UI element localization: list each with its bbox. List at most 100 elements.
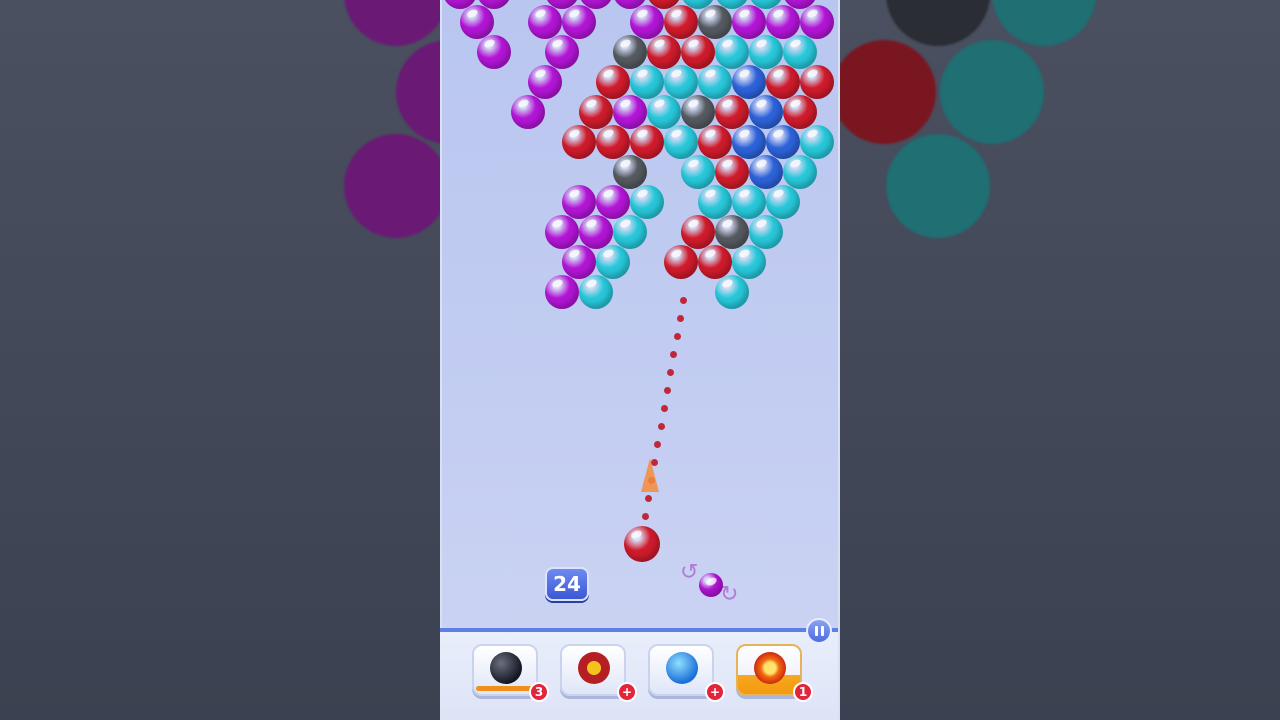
- bubble: [562, 125, 596, 159]
- blurred-bubble: [396, 40, 440, 144]
- bubble: [766, 5, 800, 39]
- booster-bomb-count: 3: [529, 682, 549, 702]
- bubble: [698, 185, 732, 219]
- bubble: [698, 5, 732, 39]
- bubble: [630, 185, 664, 219]
- bubble: [528, 5, 562, 39]
- bubble: [698, 125, 732, 159]
- bubble: [596, 65, 630, 99]
- bomb-icon: [490, 652, 522, 684]
- aim-dot: [657, 423, 665, 430]
- bubble: [783, 95, 817, 129]
- bubble: [681, 215, 715, 249]
- bubble: [800, 5, 834, 39]
- bubble: [783, 155, 817, 189]
- blurred-bubble: [886, 134, 990, 238]
- moves-counter: 24: [545, 567, 589, 601]
- bubble: [545, 275, 579, 309]
- bubble: [613, 95, 647, 129]
- bubble: [579, 215, 613, 249]
- bubble: [664, 65, 698, 99]
- bubble: [749, 155, 783, 189]
- bubble: [511, 95, 545, 129]
- bubble: [749, 215, 783, 249]
- bubble: [715, 155, 749, 189]
- game-board[interactable]: ↺ ↻ 24 3 + + 1: [440, 0, 840, 720]
- aim-dot: [654, 441, 662, 448]
- booster-bomb[interactable]: [472, 644, 538, 696]
- lightning-icon: [666, 652, 698, 684]
- aim-dot: [673, 333, 681, 340]
- bubble: [732, 65, 766, 99]
- swap-icon[interactable]: ↺: [680, 562, 698, 584]
- bubble: [596, 125, 630, 159]
- blurred-bubble: [886, 0, 990, 46]
- aim-dot: [660, 405, 668, 412]
- bubble: [681, 35, 715, 69]
- booster-lightning-add[interactable]: +: [705, 682, 725, 702]
- bubble: [562, 245, 596, 279]
- aim-dot: [676, 315, 684, 322]
- booster-nuke[interactable]: [560, 644, 626, 696]
- fireball-icon: [754, 652, 786, 684]
- aim-arrow-icon: [641, 458, 659, 492]
- bubble: [664, 125, 698, 159]
- bubble: [749, 35, 783, 69]
- right-background: [840, 0, 1280, 720]
- booster-progress-bar: [476, 686, 534, 691]
- bubble: [783, 35, 817, 69]
- booster-fireball-count: 1: [793, 682, 813, 702]
- bubble: [800, 65, 834, 99]
- aim-dot: [670, 351, 678, 358]
- blurred-bubble: [840, 40, 936, 144]
- bubble: [715, 95, 749, 129]
- bubble: [613, 155, 647, 189]
- next-bubble[interactable]: [699, 573, 723, 597]
- bubble: [732, 5, 766, 39]
- bubble: [715, 215, 749, 249]
- bubble: [562, 185, 596, 219]
- bubble: [681, 155, 715, 189]
- bubble: [664, 5, 698, 39]
- blurred-bubble: [992, 0, 1096, 46]
- bubble: [766, 185, 800, 219]
- bubble: [698, 245, 732, 279]
- bubble: [545, 215, 579, 249]
- bubble: [749, 95, 783, 129]
- shooter-bubble[interactable]: [624, 526, 660, 562]
- bubble: [630, 5, 664, 39]
- bubble: [460, 5, 494, 39]
- pause-icon[interactable]: [806, 618, 832, 644]
- aim-dot: [644, 495, 652, 502]
- blurred-bubble: [344, 134, 440, 238]
- aim-dot: [664, 387, 671, 394]
- bubble: [647, 35, 681, 69]
- bubble: [681, 95, 715, 129]
- aim-dot: [680, 297, 687, 304]
- bubble: [613, 35, 647, 69]
- bubble: [664, 245, 698, 279]
- bubble: [630, 125, 664, 159]
- bubble: [579, 275, 613, 309]
- bubble: [800, 125, 834, 159]
- bubble: [477, 35, 511, 69]
- booster-nuke-add[interactable]: +: [617, 682, 637, 702]
- bubble: [766, 125, 800, 159]
- aim-dot: [667, 369, 675, 376]
- bubble: [596, 185, 630, 219]
- bubble: [766, 65, 800, 99]
- nuke-icon: [578, 652, 610, 684]
- bubble: [613, 215, 647, 249]
- bubble: [698, 65, 732, 99]
- bubble: [732, 125, 766, 159]
- bubble: [562, 5, 596, 39]
- bubble: [528, 65, 562, 99]
- booster-fireball[interactable]: [736, 644, 802, 696]
- bubble: [545, 35, 579, 69]
- booster-lightning[interactable]: [648, 644, 714, 696]
- bubble: [596, 245, 630, 279]
- bubble: [647, 95, 681, 129]
- blurred-bubble: [940, 40, 1044, 144]
- blurred-bubble: [344, 0, 440, 46]
- bubble: [630, 65, 664, 99]
